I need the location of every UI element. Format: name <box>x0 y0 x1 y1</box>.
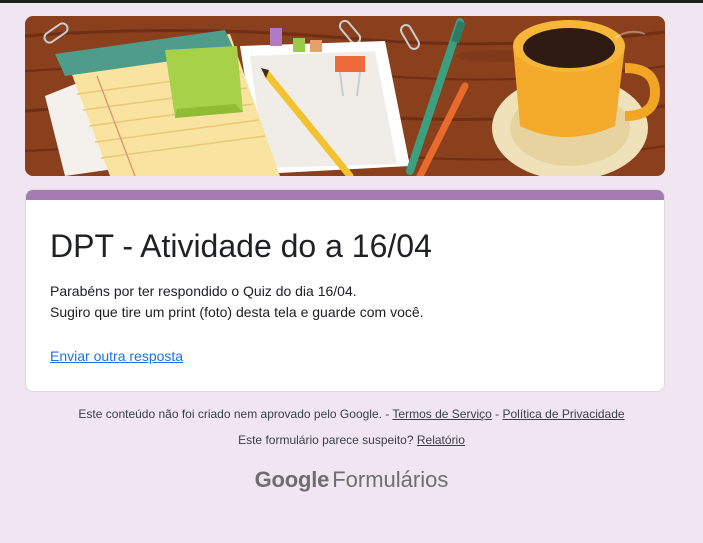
card-accent-bar <box>26 190 664 200</box>
top-edge-bar <box>0 0 703 3</box>
forms-wordmark: Formulários <box>332 467 449 492</box>
confirmation-card: DPT - Atividade do a 16/04 Parabéns por … <box>25 189 665 392</box>
report-link[interactable]: Relatório <box>417 433 465 447</box>
footer-report-row: Este formulário parece suspeito? Relatór… <box>0 433 703 447</box>
confirmation-message-line1: Parabéns por ter respondido o Quiz do di… <box>50 283 357 299</box>
terms-of-service-link[interactable]: Termos de Serviço <box>392 407 491 421</box>
privacy-policy-link[interactable]: Política de Privacidade <box>502 407 624 421</box>
form-title: DPT - Atividade do a 16/04 <box>50 228 432 264</box>
footer-disclaimer-row: Este conteúdo não foi criado nem aprovad… <box>0 407 703 421</box>
sticky-note-icon <box>165 46 243 118</box>
suspicious-form-text: Este formulário parece suspeito? <box>238 433 414 447</box>
submit-another-response-link[interactable]: Enviar outra resposta <box>50 348 183 364</box>
header-image <box>25 16 665 176</box>
google-wordmark: Google <box>254 467 330 492</box>
google-forms-logo[interactable]: Google Formulários <box>0 467 703 493</box>
confirmation-message-line2: Sugiro que tire um print (foto) desta te… <box>50 304 424 320</box>
footer-disclaimer: Este conteúdo não foi criado nem aprovad… <box>78 407 390 421</box>
footer-separator: - <box>495 407 500 421</box>
